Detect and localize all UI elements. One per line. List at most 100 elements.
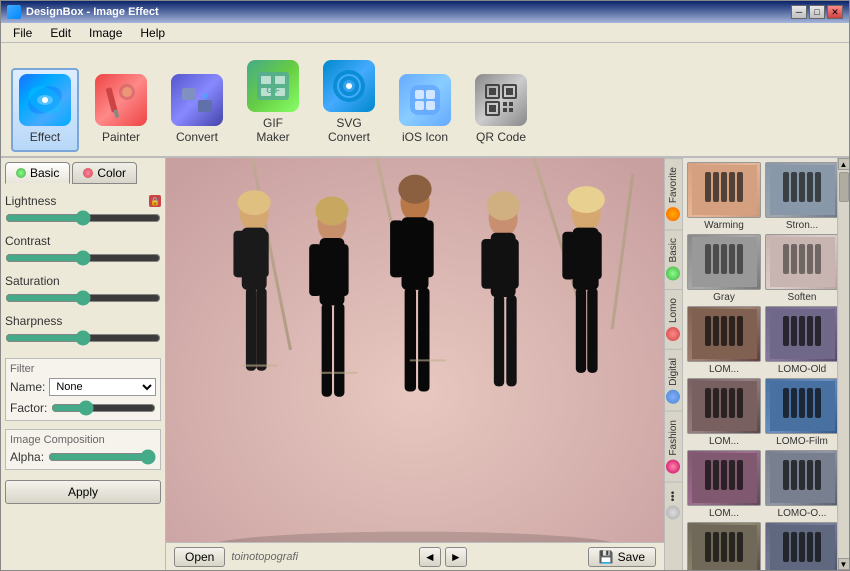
- tool-svg[interactable]: SVG Convert: [315, 54, 383, 152]
- painter-icon: [95, 74, 147, 126]
- lom-old-thumb: [765, 306, 837, 362]
- effect-lom2[interactable]: LOM...: [687, 378, 761, 447]
- tool-painter[interactable]: Painter: [87, 68, 155, 152]
- svg-label: SVG Convert: [321, 116, 377, 144]
- factor-slider[interactable]: [51, 400, 156, 416]
- cat-digital[interactable]: Digital: [665, 349, 682, 412]
- apply-button[interactable]: Apply: [5, 480, 161, 504]
- fashion-icon: [667, 460, 681, 474]
- lom3-label: LOM...: [687, 508, 761, 519]
- color-dot: [83, 168, 93, 178]
- scroll-thumb[interactable]: [839, 172, 849, 202]
- image-placeholder: [166, 158, 664, 542]
- lightness-slider[interactable]: [5, 210, 161, 226]
- sharpness-slider[interactable]: [5, 330, 161, 346]
- ios-icon: [399, 74, 451, 126]
- cat-more[interactable]: •••: [665, 482, 682, 528]
- maximize-button[interactable]: □: [809, 5, 825, 19]
- effect-lom-o[interactable]: LOMO-O...: [765, 450, 837, 519]
- saturation-row: Saturation: [5, 274, 161, 306]
- effect-label: Effect: [30, 130, 60, 144]
- close-button[interactable]: ✕: [827, 5, 843, 19]
- gray-label: Gray: [687, 292, 761, 303]
- effect-lom3[interactable]: LOM...: [687, 450, 761, 519]
- saturation-slider[interactable]: [5, 290, 161, 306]
- tool-convert[interactable]: Convert: [163, 68, 231, 152]
- menu-file[interactable]: File: [5, 25, 40, 40]
- tab-basic[interactable]: Basic: [5, 162, 70, 184]
- open-button[interactable]: Open: [174, 547, 225, 567]
- scroll-up-arrow[interactable]: ▲: [838, 158, 850, 170]
- title-controls: ─ □ ✕: [791, 5, 843, 19]
- cat-basic[interactable]: Basic: [665, 229, 682, 288]
- lom1-label: LOM...: [687, 364, 761, 375]
- save-button[interactable]: 💾 Save: [588, 547, 656, 567]
- menu-help[interactable]: Help: [132, 25, 173, 40]
- right-scrollbar: ▲ ▼: [837, 158, 849, 570]
- title-bar-left: DesignBox - Image Effect: [7, 5, 159, 19]
- effects-row-2: Gray Soften: [687, 234, 833, 303]
- cat-favorite[interactable]: Favorite: [665, 158, 682, 229]
- models-image: [166, 158, 664, 542]
- contrast-label: Contrast: [5, 234, 50, 248]
- composition-section: Image Composition Alpha:: [5, 429, 161, 470]
- tab-row: Basic Color: [5, 162, 161, 184]
- filter-name-label: Name:: [10, 380, 45, 394]
- qr-icon: [475, 74, 527, 126]
- cat-fashion[interactable]: Fashion: [665, 411, 682, 482]
- tool-ios[interactable]: iOS Icon: [391, 68, 459, 152]
- effect-lom-h[interactable]: LOMOI...: [765, 522, 837, 570]
- image-bottom-bar: Open toinotopografi ◄ ► 💾 Save: [166, 542, 664, 570]
- effect-lom4[interactable]: LOMO-...: [687, 522, 761, 570]
- image-canvas[interactable]: [166, 158, 664, 542]
- minimize-button[interactable]: ─: [791, 5, 807, 19]
- lom-o-label: LOMO-O...: [765, 508, 837, 519]
- toolbar: Effect Painter C: [1, 43, 849, 158]
- window-title: DesignBox - Image Effect: [26, 6, 159, 18]
- basic-dot: [16, 168, 26, 178]
- menu-image[interactable]: Image: [81, 25, 130, 40]
- lightness-lock[interactable]: 🔒: [149, 195, 161, 207]
- nav-next-button[interactable]: ►: [445, 547, 467, 567]
- effect-lom-film[interactable]: LOMO-Film: [765, 378, 837, 447]
- scroll-track: [839, 170, 849, 558]
- lom1-thumb: [687, 306, 761, 362]
- effect-warming[interactable]: Warming: [687, 162, 761, 231]
- ios-label: iOS Icon: [402, 130, 448, 144]
- nav-prev-button[interactable]: ◄: [419, 547, 441, 567]
- lightness-label: Lightness: [5, 194, 56, 208]
- main-area: Basic Color Lightness 🔒: [1, 158, 849, 570]
- effects-row-6: LOMO-... LOMOI...: [687, 522, 833, 570]
- soften-thumb: [765, 234, 837, 290]
- composition-title: Image Composition: [10, 434, 156, 446]
- factor-label: Factor:: [10, 401, 47, 415]
- image-area: Open toinotopografi ◄ ► 💾 Save: [166, 158, 664, 570]
- main-window: DesignBox - Image Effect ─ □ ✕ File Edit…: [0, 0, 850, 571]
- gif-label: GIF Maker: [245, 116, 301, 144]
- effect-lom-old[interactable]: LOMO-Old: [765, 306, 837, 375]
- tab-color[interactable]: Color: [72, 162, 137, 184]
- menu-edit[interactable]: Edit: [42, 25, 79, 40]
- tool-gif[interactable]: GIF GIF Maker: [239, 54, 307, 152]
- contrast-slider[interactable]: [5, 250, 161, 266]
- effect-soften[interactable]: Soften: [765, 234, 837, 303]
- tool-effect[interactable]: Effect: [11, 68, 79, 152]
- effect-gray[interactable]: Gray: [687, 234, 761, 303]
- left-panel: Basic Color Lightness 🔒: [1, 158, 166, 570]
- cat-lomo[interactable]: Lomo: [665, 289, 682, 349]
- soften-label: Soften: [765, 292, 837, 303]
- basic-cat-icon: [667, 267, 681, 281]
- tool-qr[interactable]: QR Code: [467, 68, 535, 152]
- lom4-thumb: [687, 522, 761, 570]
- warming-thumb: [687, 162, 761, 218]
- lom3-thumb: [687, 450, 761, 506]
- save-label: Save: [618, 550, 645, 564]
- gif-icon: GIF: [247, 60, 299, 112]
- scroll-down-arrow[interactable]: ▼: [838, 558, 850, 570]
- effect-strong[interactable]: Stron...: [765, 162, 837, 231]
- save-icon: 💾: [599, 550, 614, 564]
- alpha-slider[interactable]: [48, 449, 156, 465]
- lom2-label: LOM...: [687, 436, 761, 447]
- effect-lom1[interactable]: LOM...: [687, 306, 761, 375]
- filter-name-select[interactable]: None Blur Sharpen Edge: [49, 378, 156, 396]
